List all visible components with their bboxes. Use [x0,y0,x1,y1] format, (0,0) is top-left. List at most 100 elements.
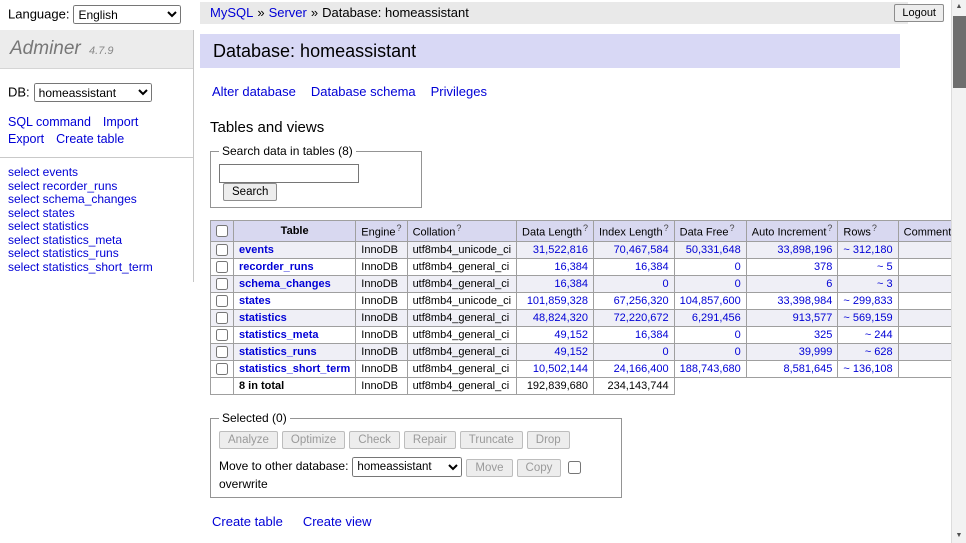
sidebar-table-link[interactable]: select events [8,166,193,180]
data-free-link[interactable]: 188,743,680 [680,363,741,375]
sidebar-action-link[interactable]: Create table [56,132,124,146]
index-length-link[interactable]: 67,256,320 [614,295,669,307]
data-free-link[interactable]: 0 [735,278,741,290]
auto-increment-link[interactable]: 39,999 [799,346,833,358]
data-length-link[interactable]: 48,824,320 [533,312,588,324]
auto-increment-link[interactable]: 6 [826,278,832,290]
row-checkbox[interactable] [216,278,228,290]
index-length-link[interactable]: 72,220,672 [614,312,669,324]
data-length-link[interactable]: 10,502,144 [533,363,588,375]
column-help-link[interactable]: ? [397,223,402,233]
scrollbar[interactable]: ▲ ▼ [951,0,966,543]
copy-button[interactable]: Copy [517,459,562,477]
db-nav-link[interactable]: Alter database [212,84,296,99]
bulk-action-button[interactable]: Repair [404,431,456,449]
db-select[interactable]: homeassistant [34,83,152,102]
index-length-link[interactable]: 16,384 [635,329,669,341]
sidebar-table-link[interactable]: select statistics_runs [8,247,193,261]
bulk-action-button[interactable]: Drop [527,431,570,449]
bulk-action-button[interactable]: Analyze [219,431,278,449]
sidebar-table-link[interactable]: select statistics [8,220,193,234]
sidebar-action-link[interactable]: Import [103,115,138,129]
sidebar-table-link[interactable]: select statistics_meta [8,234,193,248]
breadcrumb-link[interactable]: MySQL [210,5,253,20]
rows-link[interactable]: ~ 628 [865,346,893,358]
language-select[interactable]: English [73,5,181,24]
data-length-link[interactable]: 31,522,816 [533,244,588,256]
bulk-action-button[interactable]: Check [349,431,400,449]
column-help-link[interactable]: ? [583,223,588,233]
index-length-link[interactable]: 70,467,584 [614,244,669,256]
rows-link[interactable]: ~ 312,180 [843,244,892,256]
create-link[interactable]: Create view [303,514,372,529]
table-link[interactable]: statistics_runs [239,346,317,358]
index-length-link[interactable]: 24,166,400 [614,363,669,375]
sidebar-action-link[interactable]: SQL command [8,115,91,129]
row-checkbox[interactable] [216,363,228,375]
table-link[interactable]: recorder_runs [239,261,314,273]
index-length-link[interactable]: 0 [663,278,669,290]
row-checkbox[interactable] [216,244,228,256]
data-free-link[interactable]: 6,291,456 [692,312,741,324]
rows-link[interactable]: ~ 244 [865,329,893,341]
auto-increment-link[interactable]: 325 [814,329,832,341]
create-link[interactable]: Create table [212,514,283,529]
rows-link[interactable]: ~ 3 [877,278,893,290]
data-free-link[interactable]: 0 [735,329,741,341]
column-help-link[interactable]: ? [827,223,832,233]
sidebar-table-link[interactable]: select states [8,207,193,221]
rows-link[interactable]: ~ 299,833 [843,295,892,307]
sidebar-table-link[interactable]: select schema_changes [8,193,193,207]
row-checkbox[interactable] [216,295,228,307]
table-link[interactable]: statistics_short_term [239,363,350,375]
row-checkbox[interactable] [216,261,228,273]
data-free-link[interactable]: 0 [735,346,741,358]
table-link[interactable]: statistics_meta [239,329,319,341]
scroll-down-icon[interactable]: ▼ [952,529,966,543]
rows-link[interactable]: ~ 569,159 [843,312,892,324]
column-help-link[interactable]: ? [730,223,735,233]
select-all-checkbox[interactable] [216,225,228,237]
table-link[interactable]: statistics [239,312,287,324]
bulk-action-button[interactable]: Optimize [282,431,345,449]
data-free-link[interactable]: 50,331,648 [686,244,741,256]
table-link[interactable]: schema_changes [239,278,331,290]
data-free-link[interactable]: 0 [735,261,741,273]
auto-increment-link[interactable]: 33,898,196 [777,244,832,256]
overwrite-checkbox[interactable] [568,461,581,474]
data-length-link[interactable]: 101,859,328 [527,295,588,307]
data-length-link[interactable]: 16,384 [554,261,588,273]
scrollbar-thumb[interactable] [953,16,966,88]
breadcrumb-link[interactable]: Server [269,5,307,20]
logout-button[interactable]: Logout [894,4,944,22]
column-help-link[interactable]: ? [664,223,669,233]
table-link[interactable]: states [239,295,271,307]
auto-increment-link[interactable]: 378 [814,261,832,273]
data-length-link[interactable]: 49,152 [554,329,588,341]
move-button[interactable]: Move [466,459,512,477]
row-checkbox[interactable] [216,346,228,358]
index-length-link[interactable]: 16,384 [635,261,669,273]
data-length-link[interactable]: 16,384 [554,278,588,290]
sidebar-table-link[interactable]: select recorder_runs [8,180,193,194]
index-length-link[interactable]: 0 [663,346,669,358]
sidebar-action-link[interactable]: Export [8,132,44,146]
search-button[interactable]: Search [223,183,277,201]
db-nav-link[interactable]: Database schema [311,84,416,99]
auto-increment-link[interactable]: 33,398,984 [777,295,832,307]
rows-link[interactable]: ~ 136,108 [843,363,892,375]
table-link[interactable]: events [239,244,274,256]
search-input[interactable] [219,164,359,183]
sidebar-table-link[interactable]: select statistics_short_term [8,261,193,275]
auto-increment-link[interactable]: 8,581,645 [783,363,832,375]
auto-increment-link[interactable]: 913,577 [793,312,833,324]
db-nav-link[interactable]: Privileges [431,84,487,99]
rows-link[interactable]: ~ 5 [877,261,893,273]
data-length-link[interactable]: 49,152 [554,346,588,358]
bulk-action-button[interactable]: Truncate [460,431,523,449]
scroll-up-icon[interactable]: ▲ [952,0,966,14]
row-checkbox[interactable] [216,312,228,324]
data-free-link[interactable]: 104,857,600 [680,295,741,307]
column-help-link[interactable]: ? [872,223,877,233]
move-db-select[interactable]: homeassistant [352,457,462,477]
